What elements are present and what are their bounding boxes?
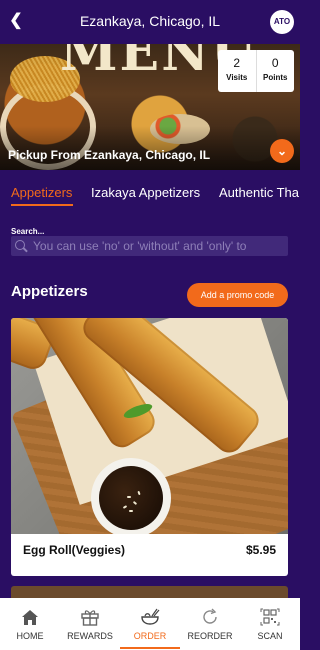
points-label: Points [263,73,288,82]
pickup-location-text[interactable]: Pickup From Ezankaya, Chicago, IL [8,148,210,162]
sesame-seed [129,510,133,512]
search-box[interactable] [11,236,288,256]
sesame-seed [137,490,141,496]
dipping-sauce-bowl [91,458,171,534]
nav-reorder-label: REORDER [187,631,233,641]
category-tabs: Appetizers Izakaya Appetizers Authentic … [0,170,300,216]
nav-rewards[interactable]: REWARDS [60,598,120,650]
sesame-seed [132,500,138,506]
active-tab-indicator [11,204,73,206]
section-title: Appetizers [11,283,88,300]
tab-appetizers[interactable]: Appetizers [11,185,72,200]
app-header: ❮ Ezankaya, Chicago, IL ATO [0,0,300,44]
add-promo-code-button[interactable]: Add a promo code [187,283,288,307]
points-stat: 0 Points [255,50,295,92]
egg-roll-photo [11,318,288,534]
tab-izakaya-appetizers[interactable]: Izakaya Appetizers [91,185,200,200]
reorder-icon [200,608,220,626]
visits-count: 2 [233,56,241,70]
visits-label: Visits [226,73,248,82]
menu-item-card[interactable]: Egg Roll(Veggies) $5.95 [11,318,288,576]
sesame-seed [122,505,128,509]
avatar[interactable]: ATO [270,10,294,34]
item-name: Egg Roll(Veggies) [23,543,126,557]
nav-scan[interactable]: SCAN [240,598,300,650]
points-count: 0 [271,56,279,70]
search-label: Search... [11,227,45,236]
visits-stat: 2 Visits [218,50,256,92]
nav-order[interactable]: ORDER [120,598,180,650]
tab-authentic-thai[interactable]: Authentic Tha [219,185,299,200]
nav-reorder[interactable]: REORDER [180,598,240,650]
sesame-seed [127,496,131,498]
nav-rewards-label: REWARDS [67,631,113,641]
nav-order-label: ORDER [133,631,167,641]
gift-icon [80,608,100,626]
chevron-down-icon[interactable]: ⌄ [270,139,294,163]
dipping-sauce [99,466,163,530]
active-nav-indicator [120,647,180,649]
home-icon [20,608,40,626]
qr-scan-icon [260,608,280,626]
nav-home-label: HOME [16,631,44,641]
search-icon [15,240,25,250]
item-price: $5.95 [245,543,276,557]
order-bowl-icon [140,608,160,626]
location-title: Ezankaya, Chicago, IL [79,13,221,29]
nav-home[interactable]: HOME [0,598,60,650]
bottom-navigation: HOME REWARDS ORDER REORDER SCAN [0,598,300,650]
loyalty-stats[interactable]: 2 Visits 0 Points [218,50,294,92]
nav-scan-label: SCAN [257,631,283,641]
search-input[interactable] [33,237,283,255]
